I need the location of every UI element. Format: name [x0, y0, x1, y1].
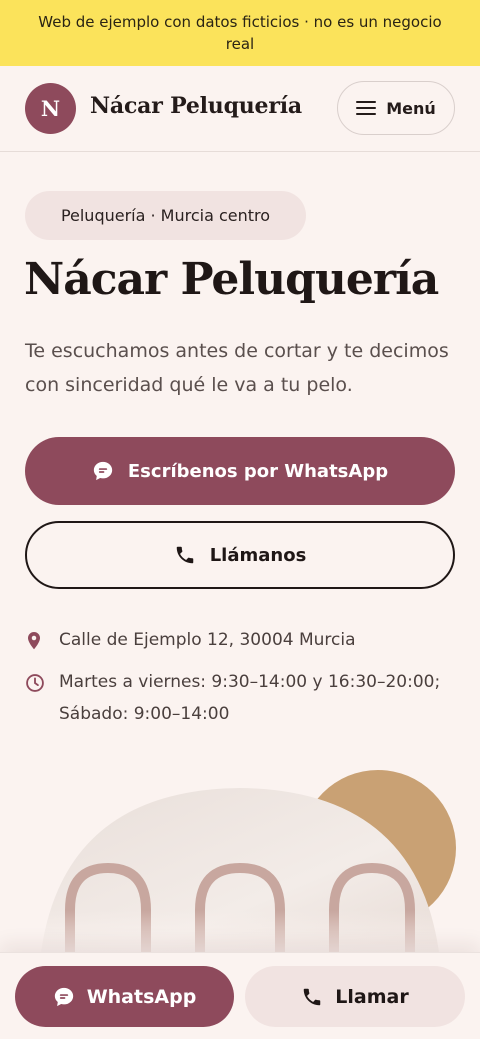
hours-row: Martes a viernes: 9:30–14:00 y 16:30–20:… — [25, 666, 465, 730]
hours-text: Martes a viernes: 9:30–14:00 y 16:30–20:… — [59, 672, 441, 724]
bottom-call-button[interactable]: Llamar — [245, 966, 465, 1027]
bottom-call-label: Llamar — [335, 985, 409, 1008]
address-text: Calle de Ejemplo 12, 30004 Murcia — [59, 630, 356, 650]
whatsapp-button-label: Escríbenos por WhatsApp — [127, 460, 389, 482]
chat-bubble-icon — [54, 987, 73, 1006]
phone-icon — [176, 546, 193, 564]
hero-illustration — [0, 760, 480, 960]
brand-name[interactable]: Nácar Peluquería — [90, 93, 302, 119]
whatsapp-button[interactable]: Escríbenos por WhatsApp — [25, 437, 455, 505]
logo-mark[interactable]: N — [25, 83, 76, 134]
menu-button[interactable]: Menú — [337, 81, 455, 135]
chat-bubble-icon — [93, 461, 113, 481]
intro-text: Te escuchamos antes de cortar y te decim… — [25, 340, 449, 396]
category-pill: Peluquería · Murcia centro — [25, 191, 306, 240]
call-button-label: Llámanos — [209, 544, 307, 566]
location-pin-icon — [25, 624, 45, 662]
page-title: Nácar Peluquería — [24, 254, 439, 305]
bottom-whatsapp-button[interactable]: WhatsApp — [15, 966, 234, 1027]
address-row: Calle de Ejemplo 12, 30004 Murcia — [25, 624, 356, 662]
phone-icon — [304, 988, 321, 1005]
demo-banner: Web de ejemplo con datos ficticios · no … — [0, 0, 480, 66]
clock-icon — [25, 666, 45, 730]
menu-label: Menú — [386, 98, 436, 118]
demo-banner-text: Web de ejemplo con datos ficticios · no … — [38, 13, 442, 53]
site-header: N Nácar Peluquería Menú — [0, 66, 480, 152]
hamburger-icon — [356, 100, 377, 116]
logo-letter: N — [40, 96, 61, 121]
bottom-action-bar: WhatsApp Llamar — [0, 952, 480, 1039]
category-pill-text: Peluquería · Murcia centro — [60, 206, 271, 225]
call-button[interactable]: Llámanos — [25, 521, 455, 589]
bottom-whatsapp-label: WhatsApp — [86, 985, 197, 1008]
